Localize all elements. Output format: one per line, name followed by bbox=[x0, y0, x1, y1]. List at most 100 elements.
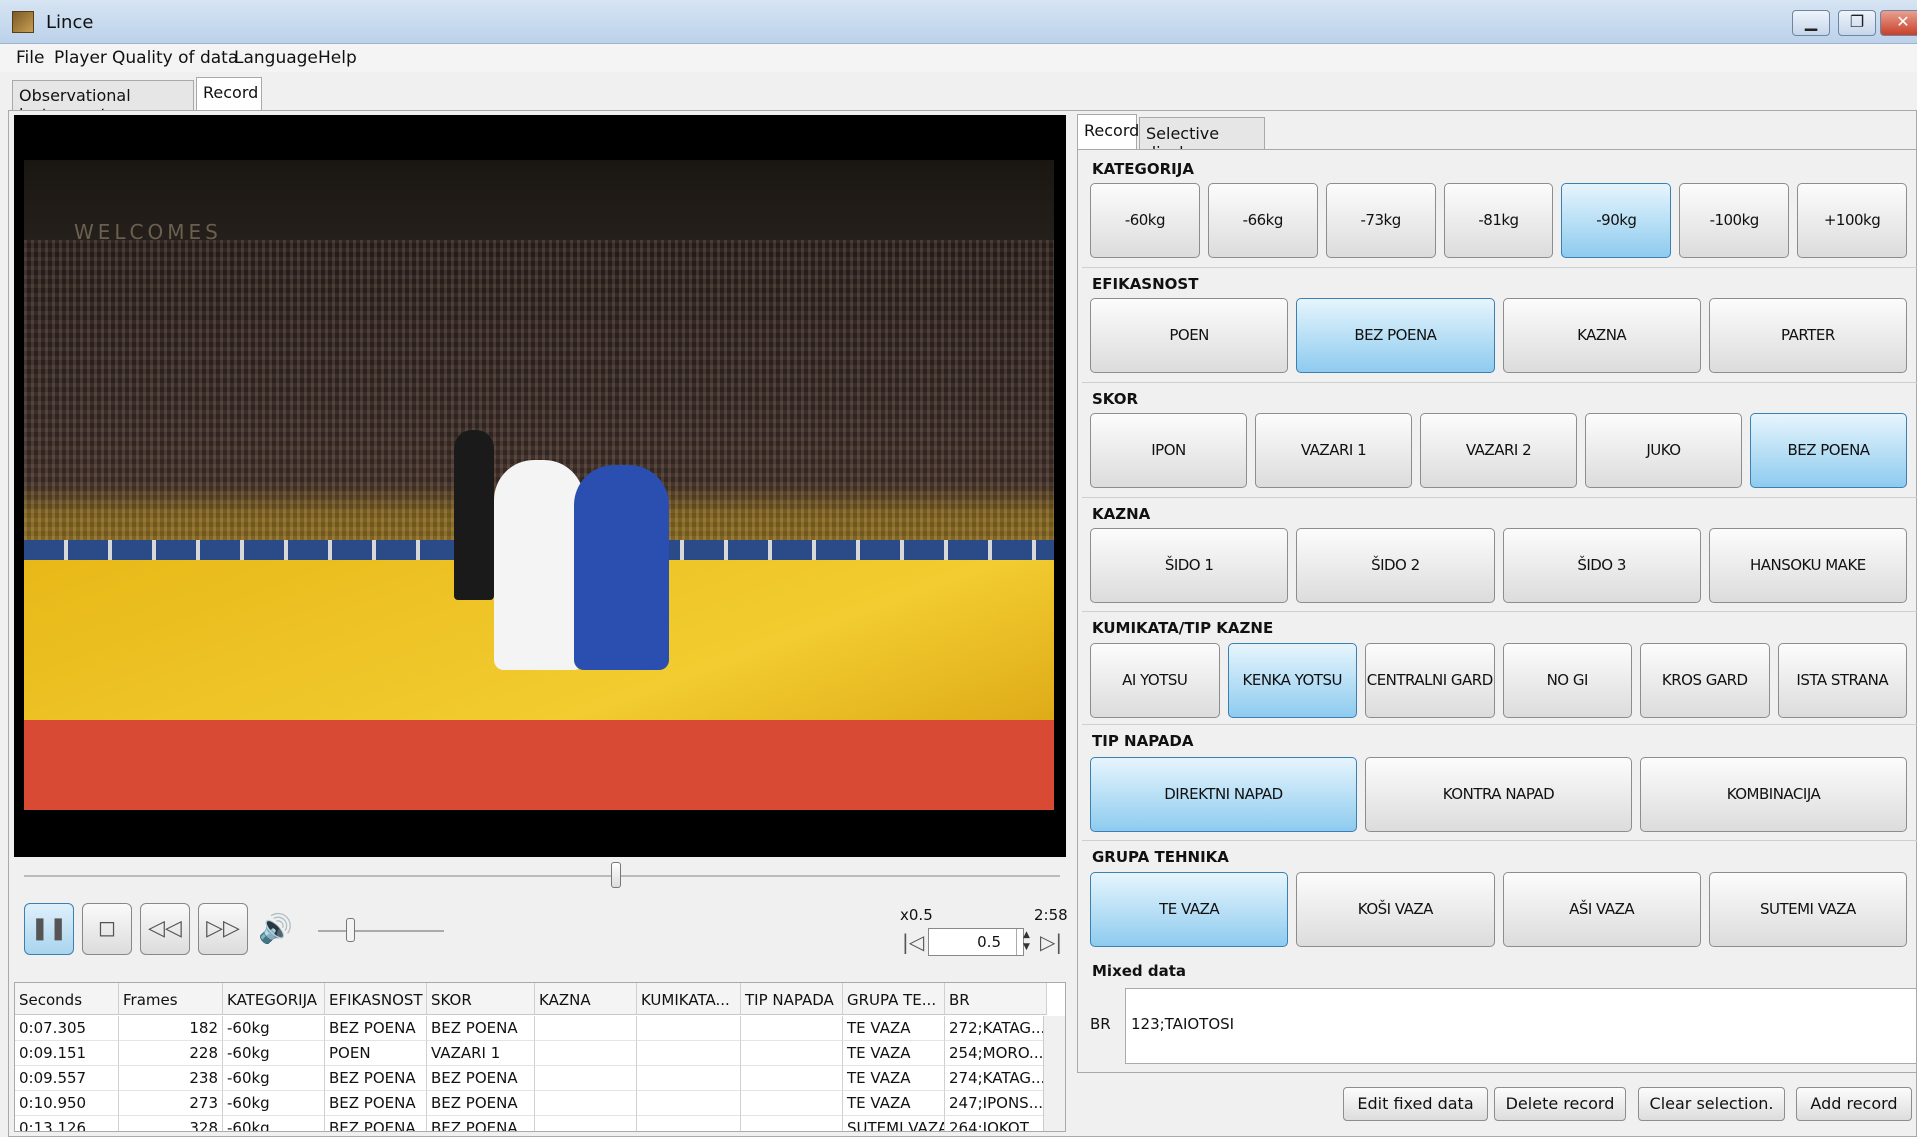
close-button[interactable]: ✕ bbox=[1880, 10, 1917, 36]
stop-button[interactable]: ◻ bbox=[82, 903, 132, 955]
fast-forward-button[interactable]: ▷▷ bbox=[198, 903, 248, 955]
tab-selective-display[interactable]: Selective display bbox=[1139, 117, 1265, 162]
table-cell[interactable]: TE VAZA bbox=[843, 1091, 945, 1116]
table-cell[interactable]: VAZARI 1 bbox=[427, 1041, 535, 1066]
pause-button[interactable]: ❚❚ bbox=[24, 903, 74, 955]
table-cell[interactable] bbox=[741, 1016, 843, 1041]
column-header[interactable]: SKOR bbox=[427, 983, 535, 1015]
option-button[interactable]: KOMBINACIJA bbox=[1640, 757, 1907, 832]
menu-quality-of-data[interactable]: Quality of data bbox=[112, 48, 238, 68]
table-cell[interactable] bbox=[637, 1066, 741, 1091]
table-cell[interactable]: 254;MORO... bbox=[945, 1041, 1047, 1066]
option-button[interactable]: BEZ POENA bbox=[1296, 298, 1495, 373]
table-cell[interactable]: BEZ POENA bbox=[427, 1066, 535, 1091]
edit-fixed-data-button[interactable]: Edit fixed data bbox=[1343, 1087, 1488, 1121]
option-button[interactable]: ISTA STRANA bbox=[1777, 643, 1907, 718]
option-button[interactable]: -90kg bbox=[1561, 183, 1672, 258]
table-cell[interactable]: BEZ POENA bbox=[325, 1016, 427, 1041]
table-cell[interactable]: BEZ POENA bbox=[427, 1091, 535, 1116]
option-button[interactable]: CENTRALNI GARD bbox=[1365, 643, 1495, 718]
column-header[interactable]: GRUPA TE... bbox=[843, 983, 945, 1015]
table-cell[interactable] bbox=[535, 1066, 637, 1091]
table-cell[interactable] bbox=[637, 1091, 741, 1116]
option-button[interactable]: NO GI bbox=[1502, 643, 1632, 718]
table-cell[interactable]: 0:13.126 bbox=[15, 1116, 119, 1131]
table-scrollbar[interactable] bbox=[1043, 1016, 1065, 1131]
option-button[interactable]: VAZARI 2 bbox=[1420, 413, 1577, 488]
br-field[interactable] bbox=[1125, 988, 1917, 1064]
menu-help[interactable]: Help bbox=[318, 48, 357, 68]
column-header[interactable]: KUMIKATA... bbox=[637, 983, 741, 1015]
records-table[interactable]: Seconds Frames KATEGORIJA EFIKASNOST SKOR KAZ… bbox=[14, 982, 1066, 1132]
column-header[interactable]: KAZNA bbox=[535, 983, 637, 1015]
table-cell[interactable]: 0:07.305 bbox=[15, 1016, 119, 1041]
table-cell[interactable]: 228 bbox=[119, 1041, 223, 1066]
table-cell[interactable]: 272;KATAG... bbox=[945, 1016, 1047, 1041]
table-cell[interactable]: -60kg bbox=[223, 1016, 325, 1041]
option-button[interactable]: KENKA YOTSU bbox=[1227, 643, 1357, 718]
table-cell[interactable]: TE VAZA bbox=[843, 1016, 945, 1041]
column-header[interactable]: BR bbox=[945, 983, 1047, 1015]
column-header[interactable]: Frames bbox=[119, 983, 223, 1015]
tab-record[interactable]: Record bbox=[196, 77, 262, 111]
option-button[interactable]: ŠIDO 2 bbox=[1296, 528, 1495, 603]
option-button[interactable]: JUKO bbox=[1585, 413, 1742, 488]
rewind-button[interactable]: ◁◁ bbox=[140, 903, 190, 955]
option-button[interactable]: -100kg bbox=[1679, 183, 1790, 258]
table-cell[interactable]: 328 bbox=[119, 1116, 223, 1131]
table-cell[interactable] bbox=[535, 1091, 637, 1116]
table-cell[interactable]: 238 bbox=[119, 1066, 223, 1091]
option-button[interactable]: BEZ POENA bbox=[1750, 413, 1907, 488]
option-button[interactable]: -81kg bbox=[1443, 183, 1554, 258]
speed-input[interactable]: 0.5 bbox=[928, 928, 1024, 956]
seek-handle[interactable] bbox=[611, 862, 621, 888]
table-cell[interactable] bbox=[637, 1116, 741, 1131]
menu-player[interactable]: Player bbox=[54, 48, 107, 68]
table-cell[interactable]: -60kg bbox=[223, 1041, 325, 1066]
speed-spinner[interactable]: ▲ ▼ bbox=[1016, 929, 1036, 955]
table-cell[interactable] bbox=[741, 1091, 843, 1116]
menu-file[interactable]: File bbox=[16, 48, 44, 68]
option-button[interactable]: AŠI VAZA bbox=[1502, 872, 1701, 947]
table-cell[interactable]: -60kg bbox=[223, 1066, 325, 1091]
table-cell[interactable]: TE VAZA bbox=[843, 1041, 945, 1066]
column-header[interactable]: KATEGORIJA bbox=[223, 983, 325, 1015]
table-cell[interactable]: SUTEMI VAZA bbox=[843, 1116, 945, 1131]
column-header[interactable]: TIP NAPADA bbox=[741, 983, 843, 1015]
maximize-button[interactable]: ❐ bbox=[1838, 10, 1876, 36]
volume-icon[interactable]: 🔊 bbox=[258, 912, 293, 945]
option-button[interactable]: VAZARI 1 bbox=[1255, 413, 1412, 488]
video-player[interactable]: WELCOMES bbox=[14, 115, 1066, 857]
option-button[interactable]: -60kg bbox=[1090, 183, 1200, 258]
option-button[interactable]: KAZNA bbox=[1502, 298, 1701, 373]
table-cell[interactable]: 0:09.151 bbox=[15, 1041, 119, 1066]
table-cell[interactable]: 264;JOKOT... bbox=[945, 1116, 1047, 1131]
seek-track[interactable] bbox=[24, 875, 1060, 877]
table-cell[interactable]: BEZ POENA bbox=[325, 1116, 427, 1131]
minimize-button[interactable]: ▁ bbox=[1792, 10, 1830, 36]
tab-observational-instrument[interactable]: Observational instrument bbox=[12, 80, 194, 124]
option-button[interactable]: DIREKTNI NAPAD bbox=[1090, 757, 1357, 832]
table-cell[interactable]: TE VAZA bbox=[843, 1066, 945, 1091]
table-cell[interactable] bbox=[741, 1116, 843, 1131]
table-cell[interactable] bbox=[535, 1116, 637, 1131]
table-cell[interactable]: BEZ POENA bbox=[427, 1116, 535, 1131]
option-button[interactable]: KROS GARD bbox=[1640, 643, 1770, 718]
option-button[interactable]: AI YOTSU bbox=[1090, 643, 1220, 718]
last-frame-icon[interactable]: ▷| bbox=[1040, 930, 1062, 954]
tab-record-panel[interactable]: Record bbox=[1077, 114, 1139, 150]
table-cell[interactable]: -60kg bbox=[223, 1091, 325, 1116]
option-button[interactable]: SUTEMI VAZA bbox=[1708, 872, 1907, 947]
option-button[interactable]: KONTRA NAPAD bbox=[1365, 757, 1632, 832]
table-cell[interactable] bbox=[741, 1041, 843, 1066]
table-cell[interactable] bbox=[741, 1066, 843, 1091]
table-cell[interactable]: -60kg bbox=[223, 1116, 325, 1131]
table-cell[interactable] bbox=[637, 1041, 741, 1066]
option-button[interactable]: POEN bbox=[1090, 298, 1289, 373]
menu-language[interactable]: Language bbox=[234, 48, 318, 68]
table-cell[interactable] bbox=[637, 1016, 741, 1041]
first-frame-icon[interactable]: |◁ bbox=[902, 930, 924, 954]
table-cell[interactable]: 0:09.557 bbox=[15, 1066, 119, 1091]
add-record-button[interactable]: Add record bbox=[1796, 1087, 1912, 1121]
option-button[interactable]: +100kg bbox=[1797, 183, 1907, 258]
